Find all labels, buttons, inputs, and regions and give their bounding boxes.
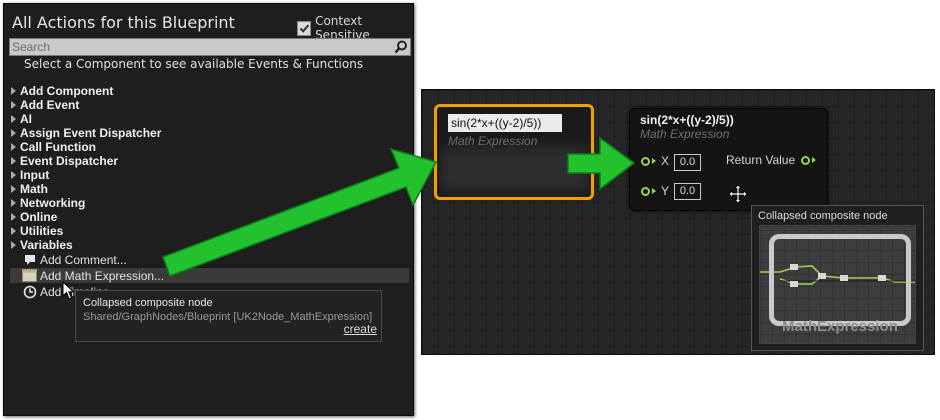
arrow-menu-to-node-icon	[162, 147, 438, 277]
arrow-node-to-node-icon	[567, 136, 636, 191]
tutorial-arrows	[162, 136, 636, 277]
